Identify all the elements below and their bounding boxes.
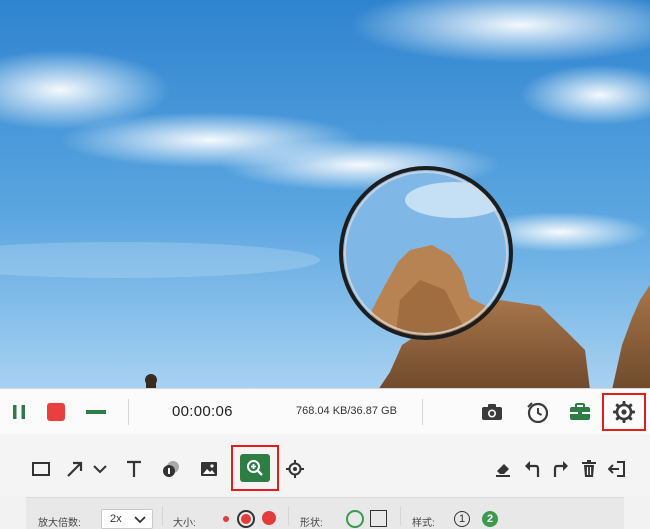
stop-button[interactable] bbox=[44, 400, 68, 424]
redo-icon bbox=[553, 461, 568, 477]
shape-circle-option[interactable] bbox=[346, 510, 364, 528]
pause-icon bbox=[13, 405, 25, 419]
divider bbox=[422, 399, 423, 425]
rectangle-tool[interactable] bbox=[30, 458, 52, 480]
arrow-icon bbox=[67, 461, 83, 477]
stop-icon bbox=[47, 403, 65, 421]
size-label: 大小: bbox=[173, 518, 196, 529]
locate-icon bbox=[286, 460, 304, 478]
zoom-select[interactable]: 2x bbox=[101, 509, 153, 529]
style-option-2[interactable]: 2 bbox=[482, 511, 498, 527]
chevron-down-icon bbox=[93, 465, 107, 474]
minimize-button[interactable] bbox=[84, 401, 108, 423]
trash-icon bbox=[582, 460, 596, 477]
toolbox-icon bbox=[570, 403, 590, 420]
undo-icon bbox=[525, 461, 540, 477]
exit-icon bbox=[608, 461, 625, 477]
eraser-tool[interactable] bbox=[492, 458, 514, 480]
magnifier-icon bbox=[247, 460, 263, 476]
divider bbox=[400, 506, 401, 526]
settings-button[interactable] bbox=[602, 393, 646, 431]
blur-icon bbox=[163, 461, 179, 477]
zoom-label: 放大倍数: bbox=[38, 518, 81, 529]
spotlight-tool[interactable] bbox=[284, 458, 306, 480]
gear-icon bbox=[613, 401, 635, 423]
divider bbox=[162, 506, 163, 526]
size-small-option[interactable] bbox=[223, 516, 229, 522]
rectangle-icon bbox=[32, 462, 50, 476]
divider bbox=[128, 399, 129, 425]
text-icon bbox=[127, 460, 141, 477]
toolbox-button[interactable] bbox=[567, 399, 593, 425]
redo-button[interactable] bbox=[550, 458, 572, 480]
screenshot-button[interactable] bbox=[480, 400, 504, 424]
annotation-toolbar bbox=[0, 434, 650, 496]
style-option-1[interactable]: 1 bbox=[454, 511, 470, 527]
clock-icon bbox=[527, 402, 548, 423]
schedule-button[interactable] bbox=[524, 399, 550, 425]
zoom-value: 2x bbox=[110, 513, 122, 525]
magnifier-options-bar: 放大倍数: 2x 大小: 形状: 样式: 1 2 bbox=[26, 497, 624, 529]
undo-button[interactable] bbox=[521, 458, 543, 480]
style-option-1-label: 1 bbox=[458, 513, 466, 525]
image-tool[interactable] bbox=[198, 458, 220, 480]
divider bbox=[288, 506, 289, 526]
sky-scene bbox=[0, 0, 650, 390]
eraser-icon bbox=[496, 464, 510, 477]
arrow-style-dropdown[interactable] bbox=[91, 460, 109, 478]
magnifier-tool[interactable] bbox=[231, 445, 279, 491]
pause-button[interactable] bbox=[8, 401, 30, 423]
camera-icon bbox=[482, 404, 502, 420]
shape-square-option[interactable] bbox=[370, 510, 387, 527]
style-label: 样式: bbox=[412, 518, 435, 529]
text-tool[interactable] bbox=[123, 458, 145, 480]
arrow-tool[interactable] bbox=[64, 458, 86, 480]
recording-control-bar: 00:00:06 768.04 KB/36.87 GB bbox=[0, 388, 650, 436]
shape-label: 形状: bbox=[300, 518, 323, 529]
style-option-2-label: 2 bbox=[486, 513, 494, 525]
recording-timer: 00:00:06 bbox=[172, 403, 233, 420]
size-medium-dot bbox=[241, 514, 251, 524]
file-size: 768.04 KB/36.87 GB bbox=[296, 405, 397, 417]
size-medium-option[interactable] bbox=[237, 510, 255, 528]
chevron-down-icon bbox=[134, 516, 146, 524]
size-large-option[interactable] bbox=[262, 511, 276, 525]
screen-preview bbox=[0, 0, 650, 390]
image-icon bbox=[201, 462, 217, 476]
delete-button[interactable] bbox=[578, 458, 600, 480]
blur-tool[interactable] bbox=[160, 458, 182, 480]
exit-annotation-button[interactable] bbox=[606, 458, 628, 480]
minimize-icon bbox=[86, 410, 106, 414]
